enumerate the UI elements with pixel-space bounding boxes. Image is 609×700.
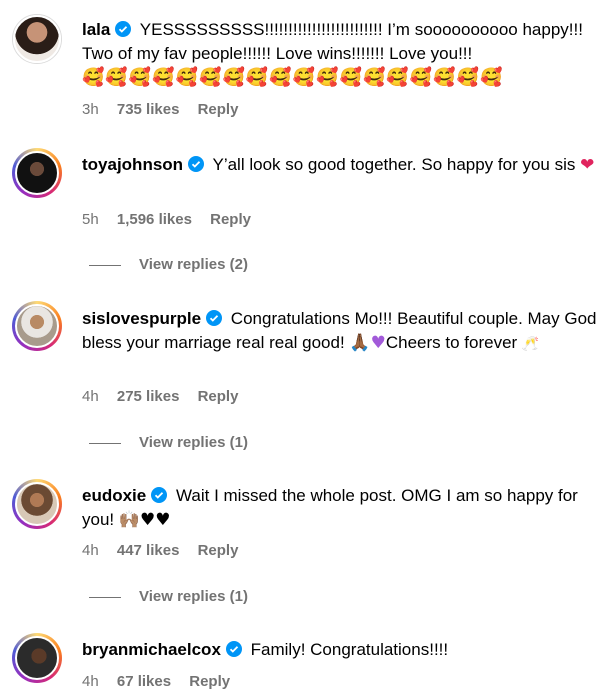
divider-line [89, 442, 121, 444]
likes-count[interactable]: 1,596 likes [117, 211, 192, 228]
view-replies-button[interactable]: View replies (1) [89, 434, 248, 451]
reply-button[interactable]: Reply [210, 211, 251, 228]
verified-badge-icon [225, 641, 242, 657]
champagne-glasses-icon: 🥂 [521, 336, 540, 352]
verified-badge-icon [206, 310, 223, 326]
divider-line [89, 596, 121, 598]
comment-body: toyajohnson Y’all look so good together.… [82, 153, 602, 177]
comment-text: Y’all look so good together. So happy fo… [212, 155, 576, 174]
likes-count[interactable]: 447 likes [117, 542, 180, 559]
avatar[interactable] [12, 301, 62, 351]
comment-text: Family! Congratulations!!!! [250, 640, 449, 659]
reply-button[interactable]: Reply [198, 388, 239, 405]
verified-badge-icon [151, 487, 168, 503]
view-replies-label: View replies (2) [139, 256, 248, 273]
username[interactable]: lala [82, 20, 110, 39]
timestamp: 4h [82, 388, 99, 405]
avatar[interactable] [12, 14, 62, 64]
comment-meta: 4h 275 likes Reply [82, 388, 252, 405]
likes-count[interactable]: 275 likes [117, 388, 180, 405]
reply-button[interactable]: Reply [198, 542, 239, 559]
avatar[interactable] [12, 148, 62, 198]
likes-count[interactable]: 67 likes [117, 673, 171, 690]
praying-hands-icon: 🙏🏾 [349, 333, 371, 353]
avatar[interactable] [12, 633, 62, 683]
comment-body: lala YESSSSSSSSS!!!!!!!!!!!!!!!!!!!!!!!!… [82, 18, 602, 90]
divider-line [89, 264, 121, 266]
username[interactable]: bryanmichaelcox [82, 640, 221, 659]
reply-button[interactable]: Reply [198, 101, 239, 118]
purple-heart-icon: ♥ [370, 333, 386, 353]
view-replies-label: View replies (1) [139, 434, 248, 451]
raised-hands-icon: 🙌🏽 [118, 510, 141, 530]
username[interactable]: sislovespurple [82, 309, 201, 328]
view-replies-label: View replies (1) [139, 588, 248, 605]
verified-badge-icon [115, 21, 132, 37]
timestamp: 3h [82, 101, 99, 118]
comment-text-continued: Cheers to forever [385, 333, 518, 352]
timestamp: 4h [82, 673, 99, 690]
view-replies-button[interactable]: View replies (2) [89, 256, 248, 273]
timestamp: 5h [82, 211, 99, 228]
heart-icon: ❤ [580, 155, 595, 175]
comment-body: eudoxie Wait I missed the whole post. OM… [82, 484, 602, 532]
verified-badge-icon [188, 156, 205, 172]
comment-meta: 3h 735 likes Reply [82, 101, 252, 118]
comment-text: YESSSSSSSSS!!!!!!!!!!!!!!!!!!!!!!!!! I’m… [82, 20, 583, 63]
username[interactable]: toyajohnson [82, 155, 183, 174]
reply-button[interactable]: Reply [189, 673, 230, 690]
view-replies-button[interactable]: View replies (1) [89, 588, 248, 605]
comment-body: sislovespurple Congratulations Mo!!! Bea… [82, 307, 602, 356]
comment-meta: 4h 447 likes Reply [82, 542, 252, 559]
comment-meta: 5h 1,596 likes Reply [82, 211, 265, 228]
username[interactable]: eudoxie [82, 486, 146, 505]
timestamp: 4h [82, 542, 99, 559]
comment-body: bryanmichaelcox Family! Congratulations!… [82, 638, 602, 662]
likes-count[interactable]: 735 likes [117, 101, 180, 118]
comment-meta: 4h 67 likes Reply [82, 673, 244, 690]
avatar[interactable] [12, 479, 62, 529]
black-heart-icon: ♥♥ [140, 510, 171, 530]
emoji-row: 🥰🥰🥰🥰🥰🥰🥰🥰🥰🥰🥰🥰🥰🥰🥰🥰🥰🥰 [82, 67, 504, 88]
